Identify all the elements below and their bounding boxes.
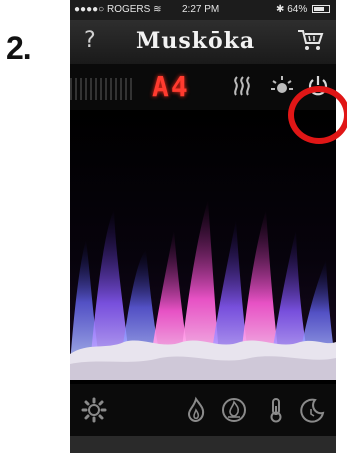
timer-slider[interactable] [70,78,132,100]
status-time: 2:27 PM [182,4,220,15]
battery-icon [312,5,330,13]
help-button[interactable]: ? [84,28,96,53]
wifi-icon: ≋ [153,4,162,15]
gear-icon[interactable] [80,396,108,424]
carrier-signal: ●●●●○ ROGERS ≋ [74,4,162,15]
power-button-highlight [288,86,347,144]
light-icon[interactable] [268,72,296,100]
brand-logo: Muskōka [136,28,256,54]
footer-strip [70,436,336,453]
heat-waves-icon[interactable] [230,74,256,100]
step-number: 2. [6,30,32,66]
flame-visualization [70,110,336,380]
ember-bed-icon[interactable] [220,396,248,424]
status-bar: ●●●●○ ROGERS ≋ 2:27 PM ✱ 64% [70,0,336,20]
battery-indicator: ✱ 64% [276,4,330,15]
battery-percent: 64% [287,4,308,15]
moon-timer-icon[interactable] [298,396,326,424]
cart-icon[interactable] [296,28,324,52]
thermometer-icon[interactable] [262,396,290,424]
flame-icon[interactable] [182,396,210,424]
bottom-toolbar [70,384,336,436]
bluetooth-icon: ✱ [276,4,285,15]
app-header: ? Muskōka [70,20,336,64]
phone-screen: ●●●●○ ROGERS ≋ 2:27 PM ✱ 64% ? Muskōka A… [70,0,336,453]
display-readout: A4 [152,70,190,103]
